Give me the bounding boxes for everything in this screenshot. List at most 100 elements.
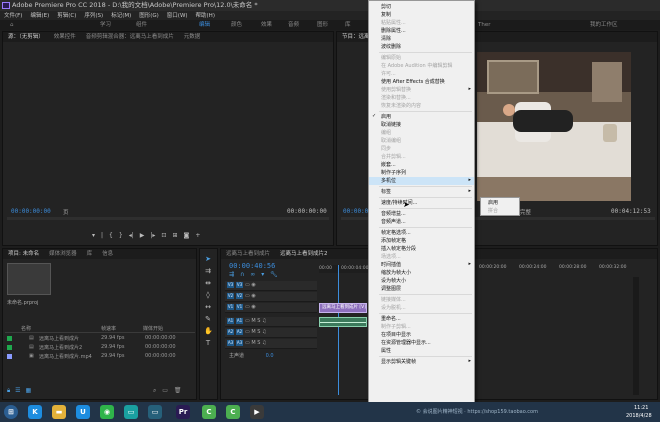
menu-item[interactable]: 设为脱机... bbox=[369, 304, 474, 312]
menu-item[interactable]: 在项目中显示 bbox=[369, 331, 474, 339]
home-icon[interactable]: ⌂ bbox=[10, 20, 14, 30]
timeline-timecode[interactable]: 00:00:40:56 bbox=[229, 262, 275, 270]
video-track-v3[interactable]: V3 V3 ▭ ◉ bbox=[225, 281, 317, 291]
audio-track-a2[interactable]: A2 A2 ▭ M S ♫ bbox=[225, 328, 317, 338]
menu-item[interactable]: 速度/持续时间... bbox=[369, 199, 474, 207]
program-video-frame[interactable] bbox=[477, 52, 631, 201]
menu-item[interactable]: 制作子剪辑... bbox=[369, 323, 474, 331]
pen-tool-icon[interactable]: ✎ bbox=[204, 315, 212, 323]
tab-sequence-2[interactable]: 远离马上看到成片2 bbox=[275, 249, 333, 259]
column-name[interactable]: 名称 bbox=[21, 325, 31, 332]
video-clip[interactable]: 远离马上看到成片 [V] bbox=[319, 303, 367, 313]
u-app-icon[interactable]: U bbox=[76, 405, 90, 419]
workspace-learn[interactable]: 学习 bbox=[100, 20, 111, 30]
menu-item[interactable]: 在 Adobe Audition 中编辑剪辑 bbox=[369, 62, 474, 70]
workspace-libraries[interactable]: 库 bbox=[345, 20, 351, 30]
menu-item[interactable]: 复制 bbox=[369, 11, 474, 19]
menu-item[interactable]: 使用 After Effects 合成替换 bbox=[369, 78, 474, 86]
tab-sequence-1[interactable]: 远离马上看到成片 bbox=[221, 249, 275, 259]
tab-source[interactable]: 源：（无剪辑） bbox=[3, 32, 49, 42]
clock-time[interactable]: 11:21 bbox=[634, 405, 648, 411]
menu-item[interactable]: 合并剪辑... bbox=[369, 153, 474, 161]
premiere-icon[interactable]: Pr bbox=[176, 405, 190, 419]
tab-audio-mixer[interactable]: 音频剪辑混合器：远离马上看到成片 bbox=[81, 32, 179, 42]
explorer-icon[interactable]: ▬ bbox=[52, 405, 66, 419]
nest-icon[interactable]: ⇶ bbox=[229, 271, 234, 278]
monitor-icon[interactable]: ▭ bbox=[148, 405, 162, 419]
menu-item[interactable]: 粘贴属性... bbox=[369, 19, 474, 27]
c-app-icon[interactable]: C bbox=[202, 405, 216, 419]
menu-item[interactable]: 取消链接 bbox=[369, 121, 474, 129]
menu-item[interactable]: 场选项... bbox=[369, 253, 474, 261]
source-time-ruler[interactable] bbox=[7, 217, 329, 220]
menu-item[interactable]: 许可... bbox=[369, 70, 474, 78]
menu-item[interactable]: 添加帧定格 bbox=[369, 237, 474, 245]
workspace-custom[interactable]: 我的工作区 bbox=[590, 20, 618, 30]
add-button-icon[interactable]: + bbox=[195, 232, 200, 239]
ripple-edit-tool-icon[interactable]: ⇹ bbox=[204, 279, 212, 287]
timeline-ruler-right[interactable]: 00:00:20:00 00:00:24:00 00:00:28:00 00:0… bbox=[479, 265, 655, 273]
source-timecode[interactable]: 00:00:00:00 bbox=[11, 208, 51, 215]
workspace-assembly[interactable]: 组件 bbox=[136, 20, 147, 30]
video-track-v1[interactable]: V1 V1 ▭ ◉ bbox=[225, 303, 317, 313]
timeline-ruler[interactable]: 00:00 00:00:04:00 bbox=[319, 265, 369, 273]
menu-item[interactable]: 编辑原始 bbox=[369, 54, 474, 62]
mark-in-icon[interactable]: ▾ bbox=[92, 232, 95, 239]
hand-tool-icon[interactable]: ✋ bbox=[204, 327, 213, 335]
project-thumbnail[interactable] bbox=[7, 263, 51, 295]
submenu-enable[interactable]: 启用 bbox=[481, 199, 519, 207]
wechat-icon[interactable]: ◉ bbox=[100, 405, 114, 419]
page-label[interactable]: 页 bbox=[63, 208, 69, 216]
trash-icon[interactable]: 🗑︎ bbox=[174, 387, 182, 394]
menu-item[interactable]: 清除 bbox=[369, 35, 474, 43]
selection-tool-icon[interactable]: ➤ bbox=[204, 255, 212, 263]
menu-item[interactable]: 在资源管理器中显示... bbox=[369, 339, 474, 347]
menu-item[interactable]: 多机位 bbox=[369, 177, 474, 185]
overwrite-icon[interactable]: ⊞ bbox=[172, 232, 177, 239]
menu-item[interactable]: 使用剪辑替换 bbox=[369, 86, 474, 94]
go-to-in-icon[interactable]: { bbox=[109, 232, 113, 239]
menu-item[interactable]: 时间插值 bbox=[369, 261, 474, 269]
menu-item[interactable]: 渲染和替换... bbox=[369, 94, 474, 102]
snap-icon[interactable]: ∩ bbox=[240, 271, 244, 278]
video-icon[interactable]: ▶ bbox=[250, 405, 264, 419]
linked-selection-icon[interactable]: ∞ bbox=[250, 271, 255, 278]
menu-item[interactable]: 制作子序列 bbox=[369, 169, 474, 177]
tab-libraries[interactable]: 库 bbox=[82, 249, 98, 259]
master-volume[interactable]: 0.0 bbox=[266, 353, 274, 359]
list-view-icon[interactable]: ☰ bbox=[15, 387, 20, 394]
menu-item[interactable]: 重命名... bbox=[369, 315, 474, 323]
tab-media-browser[interactable]: 媒体浏览器 bbox=[44, 249, 82, 259]
tab-project[interactable]: 项目: 未命名 bbox=[3, 249, 44, 259]
menu-item[interactable]: 编组 bbox=[369, 129, 474, 137]
menu-item[interactable]: 缩放为帧大小 bbox=[369, 269, 474, 277]
play-icon[interactable]: ▶ bbox=[140, 232, 145, 239]
insert-icon[interactable]: ⊡ bbox=[161, 232, 166, 239]
start-icon[interactable]: ⊞ bbox=[4, 405, 18, 419]
menu-item[interactable]: 嵌套... bbox=[369, 161, 474, 169]
menu-item[interactable]: 调整图层 bbox=[369, 285, 474, 293]
workspace-audio[interactable]: 音频 bbox=[288, 20, 299, 30]
razor-tool-icon[interactable]: ◊ bbox=[204, 291, 212, 299]
step-back-icon[interactable]: ◂| bbox=[129, 232, 134, 239]
column-media-start[interactable]: 媒体开始 bbox=[143, 325, 163, 332]
video-track-v2[interactable]: V2 V2 ▭ ◉ bbox=[225, 292, 317, 302]
fit-dropdown[interactable]: 完整 bbox=[520, 208, 531, 216]
wrench-icon[interactable]: 🔧︎ bbox=[270, 271, 278, 278]
menu-item[interactable]: 音频增益... bbox=[369, 210, 474, 218]
tab-info[interactable]: 信息 bbox=[97, 249, 118, 259]
go-to-out-icon[interactable]: } bbox=[119, 232, 123, 239]
k-app-icon[interactable]: K bbox=[28, 405, 42, 419]
menu-item[interactable]: 标签 bbox=[369, 188, 474, 196]
new-item-icon[interactable]: ▭ bbox=[162, 387, 168, 394]
menu-item[interactable]: 显示剪辑关键帧 bbox=[369, 358, 474, 366]
playhead[interactable] bbox=[338, 265, 339, 395]
menu-item[interactable]: 恢复未渲染的内容 bbox=[369, 102, 474, 110]
clock-date[interactable]: 2018/4/28 bbox=[626, 413, 652, 419]
menu-item[interactable]: 链接媒体... bbox=[369, 296, 474, 304]
menu-item[interactable]: 波纹删除 bbox=[369, 43, 474, 51]
c-app2-icon[interactable]: C bbox=[226, 405, 240, 419]
audio-clip[interactable] bbox=[319, 317, 367, 327]
icon-view-icon[interactable]: ▦ bbox=[25, 387, 31, 394]
lock-icon[interactable]: 🔒︎ bbox=[7, 387, 10, 394]
